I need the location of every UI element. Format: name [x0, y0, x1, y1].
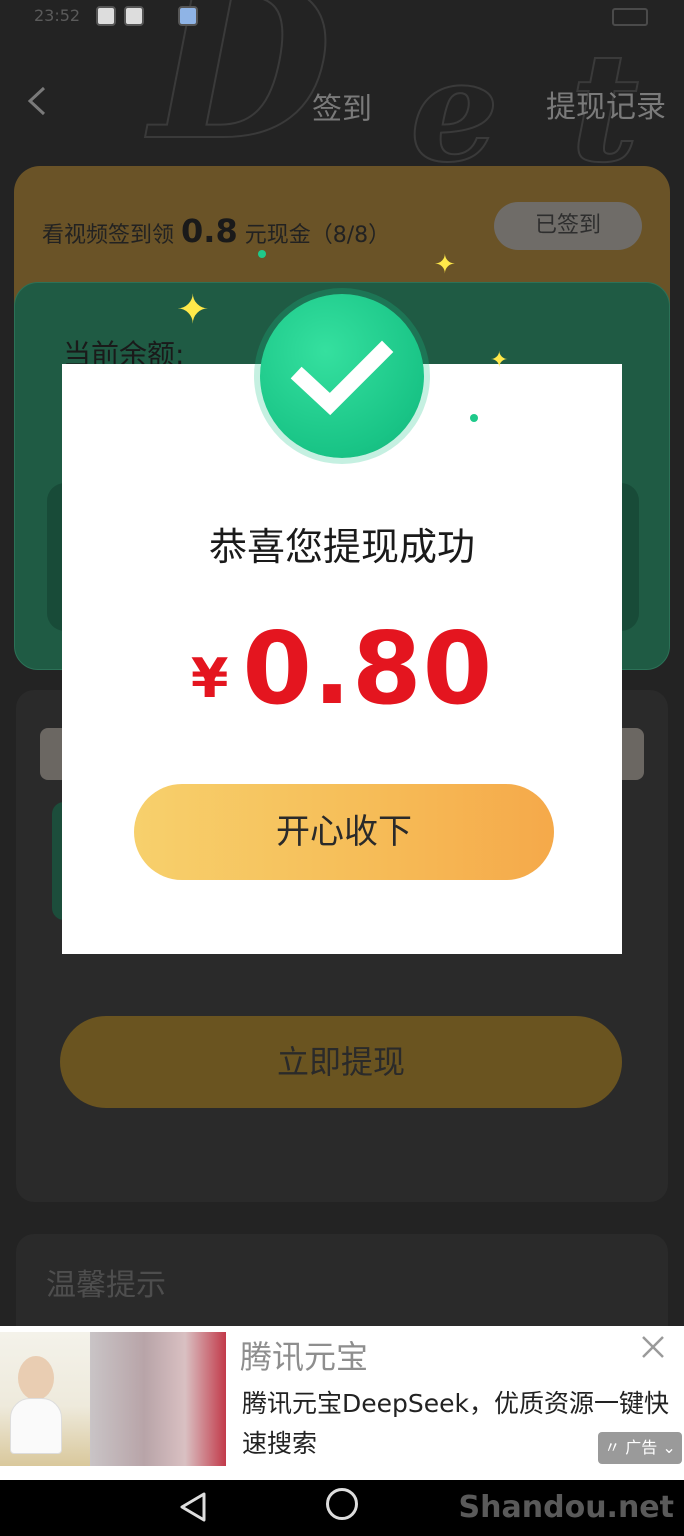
nav-home-icon[interactable]: [326, 1488, 358, 1520]
ad-person-head: [18, 1356, 54, 1400]
sound-wave-icon: 〃: [604, 1438, 621, 1457]
withdraw-amount: ¥0.80: [62, 610, 622, 727]
ad-title[interactable]: 腾讯元宝: [240, 1332, 368, 1378]
status-bar: 23:52: [0, 0, 684, 36]
app-notification-icon: [124, 6, 144, 26]
checkin-suffix: 元现金（8/8）: [244, 223, 391, 248]
tips-title: 温馨提示: [46, 1268, 166, 1303]
withdraw-record-link[interactable]: 提现记录: [546, 82, 666, 126]
watermark: Shandou.net: [458, 1490, 674, 1525]
success-check-icon: [260, 294, 424, 458]
currency-symbol: ¥: [190, 647, 229, 710]
accept-button[interactable]: 开心收下: [134, 784, 554, 880]
checkin-reward-text: 看视频签到领 0.8 元现金（8/8）: [42, 212, 390, 250]
app-notification-icon: [178, 6, 198, 26]
sparkle-icon: ✦: [176, 287, 210, 333]
battery-icon: [612, 8, 648, 26]
ad-image[interactable]: [0, 1332, 90, 1466]
ad-banner[interactable]: 腾讯元宝 腾讯元宝DeepSeek，优质资源一键快速搜索 〃 广告 ⌄: [0, 1326, 684, 1480]
withdraw-now-button[interactable]: 立即提现: [60, 1016, 622, 1108]
sparkle-icon: ✦: [490, 348, 509, 373]
chevron-down-icon: ⌄: [662, 1438, 676, 1457]
app-notification-icon: [96, 6, 116, 26]
modal-title: 恭喜您提现成功: [208, 525, 475, 569]
ad-image-blurred[interactable]: [90, 1332, 226, 1466]
checkin-amount: 0.8: [181, 212, 238, 250]
status-time: 23:52: [34, 6, 81, 25]
checkin-prefix: 看视频签到领: [42, 223, 175, 248]
sparkle-icon: ✦: [434, 250, 456, 280]
system-nav-bar: Shandou.net: [0, 1480, 684, 1536]
ad-badge-label: 广告: [625, 1438, 658, 1457]
checked-in-button[interactable]: 已签到: [494, 202, 642, 250]
close-icon[interactable]: [640, 1334, 666, 1360]
amount-value: 0.80: [242, 610, 494, 727]
decor-dot: [258, 250, 266, 258]
nav-back-icon[interactable]: [176, 1490, 210, 1524]
ad-badge[interactable]: 〃 广告 ⌄: [598, 1432, 682, 1464]
ad-person-body: [10, 1398, 62, 1454]
decor-dot: [470, 414, 478, 422]
